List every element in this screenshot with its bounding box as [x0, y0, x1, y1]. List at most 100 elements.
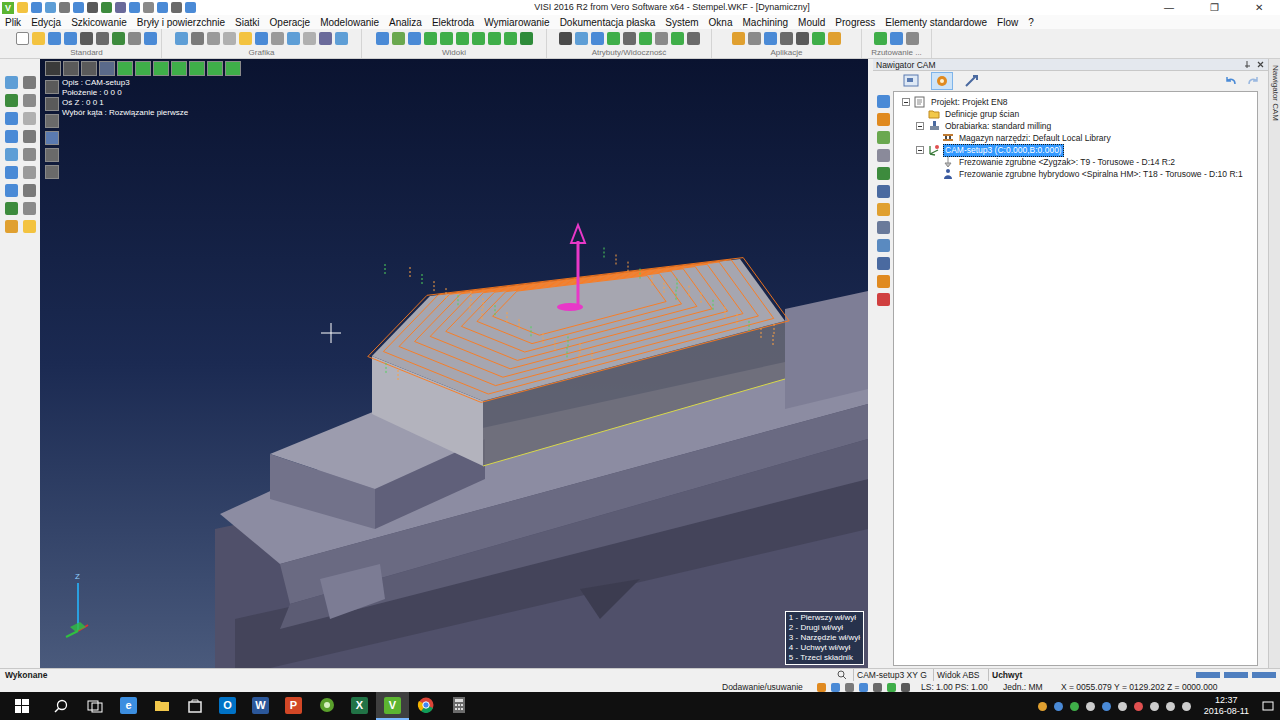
clock[interactable]: 12:372016-08-11: [1198, 695, 1255, 717]
tool-icon[interactable]: [144, 32, 157, 45]
green-app-taskbar-button[interactable]: [310, 692, 343, 720]
window-control-button[interactable]: ❐: [1193, 0, 1235, 15]
viewport-tool-icon[interactable]: [45, 97, 59, 111]
menu-item[interactable]: Okna: [709, 15, 733, 30]
menu-item[interactable]: Bryły i powierzchnie: [137, 15, 225, 30]
tool-icon[interactable]: [23, 94, 36, 107]
edge-taskbar-button[interactable]: e: [112, 692, 145, 720]
task-view-icon[interactable]: [78, 692, 112, 720]
tool-icon[interactable]: [780, 32, 793, 45]
tool-icon[interactable]: [207, 32, 220, 45]
quick-access-icon[interactable]: [31, 2, 42, 13]
tool-icon[interactable]: [575, 32, 588, 45]
menu-item[interactable]: Elementy standardowe: [885, 15, 987, 30]
tool-icon[interactable]: [5, 94, 18, 107]
tool-icon[interactable]: [239, 32, 252, 45]
quick-access-icon[interactable]: [101, 2, 112, 13]
cam-tool-icon[interactable]: [877, 167, 890, 180]
tool-icon[interactable]: [23, 166, 36, 179]
tree-label[interactable]: CAM-setup3 (C:0.000,B:0.000): [943, 144, 1064, 157]
tool-icon[interactable]: [559, 32, 572, 45]
menu-item[interactable]: Analiza: [389, 15, 422, 30]
app-icon[interactable]: V: [2, 2, 14, 14]
tool-icon[interactable]: [874, 32, 887, 45]
menu-item[interactable]: Operacje: [270, 15, 311, 30]
quick-access-icon[interactable]: [45, 2, 56, 13]
tray-icon[interactable]: [1054, 702, 1063, 711]
tray-icon[interactable]: [1102, 702, 1111, 711]
view-mode-icon[interactable]: [171, 61, 187, 76]
tool-icon[interactable]: [424, 32, 437, 45]
tool-icon[interactable]: [906, 32, 919, 45]
tool-library-icon[interactable]: [961, 72, 983, 90]
pin-icon[interactable]: [1243, 60, 1252, 69]
menu-item[interactable]: Flow: [997, 15, 1018, 30]
quick-access-icon[interactable]: [115, 2, 126, 13]
tool-icon[interactable]: [23, 220, 36, 233]
tree-view-icon[interactable]: [901, 72, 923, 90]
tool-icon[interactable]: [456, 32, 469, 45]
tool-icon[interactable]: [23, 112, 36, 125]
viewport[interactable]: ZOpis : CAM-setup3Położenie : 0 0 0Oś Z …: [40, 59, 868, 668]
expand-toggle[interactable]: [902, 98, 910, 106]
cam-tool-icon[interactable]: [877, 149, 890, 162]
view-mode-icon[interactable]: [99, 61, 115, 76]
tool-icon[interactable]: [5, 130, 18, 143]
tool-icon[interactable]: [732, 32, 745, 45]
quick-access-icon[interactable]: [185, 2, 196, 13]
tool-icon[interactable]: [303, 32, 316, 45]
layout-switch-icon[interactable]: [1252, 672, 1276, 678]
word-taskbar-button[interactable]: W: [244, 692, 277, 720]
tool-icon[interactable]: [591, 32, 604, 45]
tray-icon[interactable]: [1150, 702, 1159, 711]
menu-item[interactable]: Edycja: [31, 15, 61, 30]
status-tool-icon[interactable]: [887, 683, 896, 692]
quick-access-icon[interactable]: [129, 2, 140, 13]
view-mode-icon[interactable]: [117, 61, 133, 76]
tool-icon[interactable]: [175, 32, 188, 45]
cam-tool-icon[interactable]: [877, 185, 890, 198]
tray-icon[interactable]: [1070, 702, 1079, 711]
gear-icon[interactable]: [931, 72, 953, 90]
cam-tool-icon[interactable]: [877, 203, 890, 216]
quick-access-icon[interactable]: [87, 2, 98, 13]
view-mode-icon[interactable]: [45, 61, 61, 76]
tool-icon[interactable]: [828, 32, 841, 45]
viewport-tool-icon[interactable]: [45, 165, 59, 179]
tool-icon[interactable]: [128, 32, 141, 45]
excel-taskbar-button[interactable]: X: [343, 692, 376, 720]
tool-icon[interactable]: [335, 32, 348, 45]
close-icon[interactable]: [1256, 60, 1265, 69]
status-tool-icon[interactable]: [845, 683, 854, 692]
layout-switch-icon[interactable]: [1224, 672, 1248, 678]
tool-icon[interactable]: [80, 32, 93, 45]
menu-item[interactable]: Modelowanie: [320, 15, 379, 30]
view-mode-icon[interactable]: [225, 61, 241, 76]
view-mode-icon[interactable]: [189, 61, 205, 76]
status-tool-icon[interactable]: [901, 683, 910, 692]
viewport-tool-icon[interactable]: [45, 80, 59, 94]
search-icon[interactable]: [44, 692, 78, 720]
menu-item[interactable]: Dokumentacja płaska: [560, 15, 656, 30]
tool-icon[interactable]: [23, 184, 36, 197]
viewport-tool-icon[interactable]: [45, 114, 59, 128]
store-taskbar-button[interactable]: [178, 692, 211, 720]
tool-icon[interactable]: [890, 32, 903, 45]
tree-item[interactable]: Projekt: Projekt EN8: [894, 96, 1257, 108]
tool-icon[interactable]: [687, 32, 700, 45]
menu-item[interactable]: System: [665, 15, 698, 30]
menu-item[interactable]: Siatki: [235, 15, 259, 30]
tool-icon[interactable]: [748, 32, 761, 45]
status-tool-icon[interactable]: [873, 683, 882, 692]
tree-item[interactable]: Frezowanie zgrubne hybrydowo <Spiralna H…: [894, 168, 1257, 180]
quick-access-icon[interactable]: [171, 2, 182, 13]
view-mode-icon[interactable]: [153, 61, 169, 76]
tray-icon[interactable]: [1118, 702, 1127, 711]
status-tool-icon[interactable]: [817, 683, 826, 692]
tool-icon[interactable]: [23, 76, 36, 89]
cam-tool-icon[interactable]: [877, 293, 890, 306]
view-mode-icon[interactable]: [135, 61, 151, 76]
explorer-taskbar-button[interactable]: [145, 692, 178, 720]
menu-item[interactable]: Wymiarowanie: [484, 15, 549, 30]
visi-taskbar-button[interactable]: V: [376, 692, 409, 720]
